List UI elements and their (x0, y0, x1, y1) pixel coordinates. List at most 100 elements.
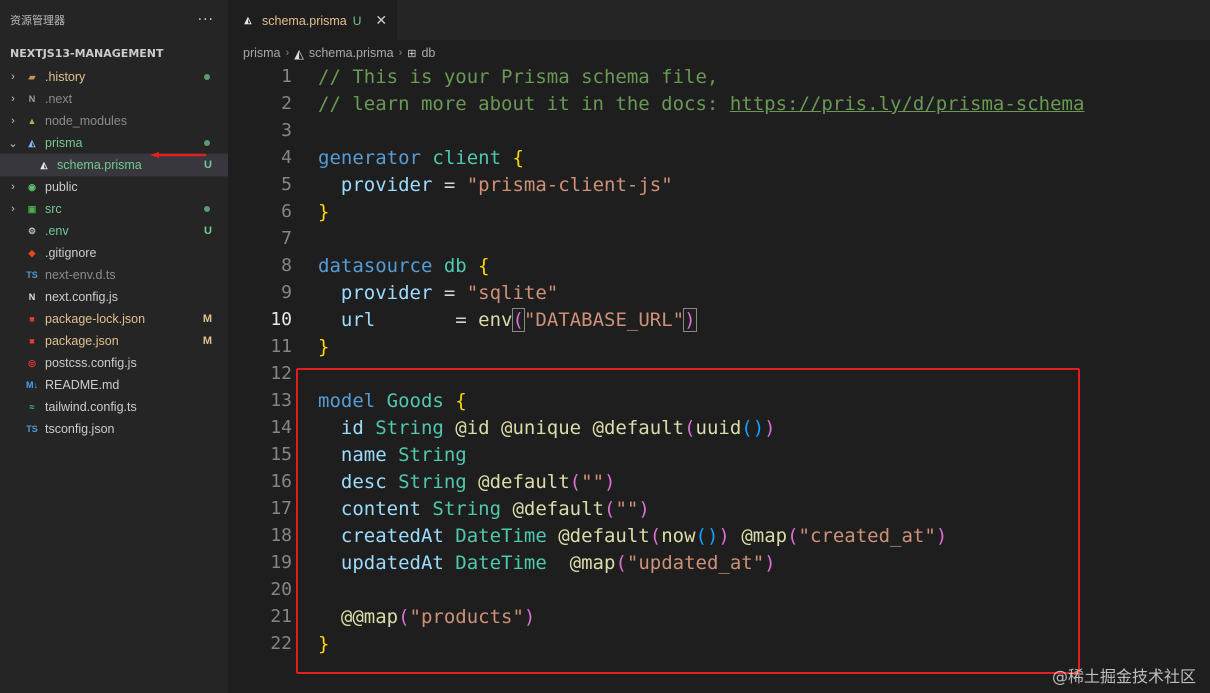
file-tree-item-label: package.json (45, 334, 119, 348)
file-tree-item[interactable]: TS next-env.d.ts (0, 264, 228, 286)
tailwind-icon: ≈ (29, 402, 35, 412)
code-token: https://pris.ly/d/prisma-schema (729, 92, 1085, 115)
code-token: "prisma-client-js" (466, 173, 673, 196)
chevron-right-icon[interactable]: › (6, 93, 20, 105)
file-tree-item[interactable]: TS tsconfig.json (0, 418, 228, 440)
code-token: "DATABASE_URL" (523, 308, 685, 331)
line-number: 17 (270, 498, 292, 519)
file-tree-item-label: next.config.js (45, 290, 118, 304)
line-number: 1 (281, 66, 292, 87)
tab-label: schema.prisma (262, 13, 347, 28)
file-tree-item-label: node_modules (45, 114, 128, 128)
git-changes-dot (204, 206, 210, 212)
line-number: 18 (270, 525, 292, 546)
annotation-highlight-box (296, 368, 1080, 674)
code-line[interactable]: 2// learn more about it in the docs: htt… (228, 90, 1210, 117)
code-line[interactable]: 3 (228, 117, 1210, 144)
code-token: ( (511, 307, 525, 332)
chevron-right-icon[interactable]: › (6, 71, 20, 83)
code-line[interactable]: 4 generator client { (228, 144, 1210, 171)
code-text: generator client { (292, 147, 524, 169)
line-number: 7 (281, 228, 292, 249)
annotation-arrow (150, 152, 206, 158)
node-folder-icon: ▲ (27, 116, 37, 126)
line-number: 20 (270, 579, 292, 600)
code-line[interactable]: 9 provider = "sqlite" (228, 279, 1210, 306)
folder-icon: ▰ (28, 71, 36, 82)
code-line[interactable]: 1 // This is your Prisma schema file, (228, 63, 1210, 90)
code-token: = (443, 281, 467, 304)
file-tree-item[interactable]: › ▲ node_modules (0, 110, 228, 132)
file-tree-item[interactable]: ◎ postcss.config.js (0, 352, 228, 374)
file-tree-item[interactable]: › ◉ public (0, 176, 228, 198)
code-line[interactable]: 10 url = env("DATABASE_URL") (228, 306, 1210, 333)
code-line[interactable]: 8 datasource db { (228, 252, 1210, 279)
file-tree-item[interactable]: M↓ README.md (0, 374, 228, 396)
file-tree-item-label: public (45, 180, 78, 194)
code-token: provider (318, 281, 444, 304)
more-actions-icon[interactable]: ··· (198, 12, 214, 28)
line-number: 13 (270, 390, 292, 411)
code-line[interactable]: 11} (228, 333, 1210, 360)
code-token: ) (683, 307, 697, 332)
code-token: } (318, 335, 330, 358)
code-token: { (478, 254, 490, 277)
prisma-file-icon: ◭ (40, 159, 48, 170)
code-line[interactable]: 5 provider = "prisma-client-js" (228, 171, 1210, 198)
chevron-right-icon: › (398, 47, 403, 59)
file-tree-item[interactable]: ■ package-lock.json M (0, 308, 228, 330)
file-tree-item[interactable]: ≈ tailwind.config.ts (0, 396, 228, 418)
code-line[interactable]: 7 (228, 225, 1210, 252)
line-number: 15 (270, 444, 292, 465)
file-tree-item[interactable]: ⌄ ◭ prisma (0, 132, 228, 154)
file-tree-item[interactable]: ⚙ .env U (0, 220, 228, 242)
file-tree-item[interactable]: ◆ .gitignore (0, 242, 228, 264)
git-status-badge: U (204, 225, 212, 237)
git-changes-dot (204, 140, 210, 146)
line-number: 21 (270, 606, 292, 627)
project-folder-header[interactable]: NEXTJS13-MANAGEMENT (0, 42, 228, 64)
code-token: { (512, 146, 524, 169)
chevron-right-icon[interactable]: › (6, 203, 20, 215)
public-folder-icon: ◉ (28, 181, 36, 192)
file-tree-item[interactable]: Nnext.config.js (0, 286, 228, 308)
chevron-right-icon[interactable]: › (6, 181, 20, 193)
git-icon: ◆ (28, 247, 36, 258)
file-tree-item-label: postcss.config.js (45, 356, 137, 370)
file-tree-item[interactable]: › ▣ src (0, 198, 228, 220)
line-number: 8 (281, 255, 292, 276)
line-number: 6 (281, 201, 292, 222)
breadcrumb-item-file[interactable]: schema.prisma (309, 46, 394, 60)
code-token: env (478, 308, 513, 331)
line-number: 11 (270, 336, 292, 357)
code-token: provider (318, 173, 444, 196)
file-tree-item[interactable]: ■ package.json M (0, 330, 228, 352)
chevron-right-icon[interactable]: › (6, 115, 20, 127)
breadcrumb-item-symbol[interactable]: db (421, 46, 435, 60)
file-tree-item[interactable]: › ▰ .history (0, 66, 228, 88)
git-changes-dot (204, 74, 210, 80)
file-tree-item-label: .env (45, 224, 69, 238)
code-token: datasource (318, 254, 444, 277)
file-tree: › ▰ .history › N .next › ▲ node_modules ⌄ ◭ prisma ◭… (0, 66, 229, 440)
code-text: provider = "sqlite" (292, 282, 558, 304)
prisma-file-icon: ◭ (294, 46, 304, 61)
close-icon[interactable]: ✕ (375, 12, 387, 29)
code-token: // learn more about it in the docs: (318, 92, 730, 115)
symbol-structure-icon: ⊞ (407, 47, 417, 60)
code-text: } (292, 201, 329, 223)
file-tree-item-label: tsconfig.json (45, 422, 115, 436)
prisma-folder-icon: ◭ (28, 137, 36, 148)
line-number: 5 (281, 174, 292, 195)
line-number: 4 (281, 147, 292, 168)
file-tree-item-label: src (45, 202, 62, 216)
file-tree-item[interactable]: › N .next (0, 88, 228, 110)
code-text: url = env("DATABASE_URL") (292, 307, 697, 332)
code-line[interactable]: 6} (228, 198, 1210, 225)
line-number: 16 (270, 471, 292, 492)
line-number: 22 (270, 633, 292, 654)
tab-schema-prisma[interactable]: ◭ schema.prisma U ✕ (228, 0, 398, 40)
breadcrumb-item-prisma[interactable]: prisma (243, 46, 281, 60)
typescript-icon: TS (26, 270, 38, 280)
chevron-down-icon[interactable]: ⌄ (6, 137, 20, 150)
